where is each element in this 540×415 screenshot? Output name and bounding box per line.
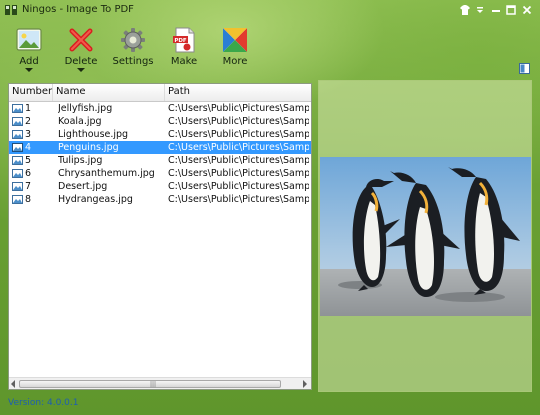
maximize-icon xyxy=(506,5,516,15)
more-button[interactable]: More xyxy=(212,24,258,76)
svg-text:PDF: PDF xyxy=(174,38,187,44)
app-logo-icon xyxy=(5,5,17,15)
skin-button[interactable] xyxy=(459,4,471,16)
row-path: C:\Users\Public\Pictures\Sample Pict xyxy=(168,103,309,114)
delete-button[interactable]: Delete xyxy=(58,24,104,76)
table-row[interactable]: 2 Koala.jpg C:\Users\Public\Pictures\Sam… xyxy=(9,115,311,128)
table-row[interactable]: 8 Hydrangeas.jpg C:\Users\Public\Picture… xyxy=(9,193,311,206)
row-number: 3 xyxy=(25,129,32,140)
row-name: Chrysanthemum.jpg xyxy=(58,168,155,179)
close-button[interactable] xyxy=(521,4,533,16)
row-name: Lighthouse.jpg xyxy=(58,129,129,140)
row-path: C:\Users\Public\Pictures\Sample Pict xyxy=(168,194,309,205)
row-number: 5 xyxy=(25,155,32,166)
row-name: Hydrangeas.jpg xyxy=(58,194,133,205)
row-number: 6 xyxy=(25,168,32,179)
row-name: Tulips.jpg xyxy=(58,155,103,166)
red-x-icon xyxy=(69,28,93,52)
row-path: C:\Users\Public\Pictures\Sample Pict xyxy=(168,116,309,127)
image-file-icon xyxy=(12,130,23,139)
column-header-name[interactable]: Name xyxy=(53,84,165,101)
row-path: C:\Users\Public\Pictures\Sample Pict xyxy=(168,168,309,179)
row-name: Jellyfish.jpg xyxy=(58,103,113,114)
delete-dropdown-icon[interactable] xyxy=(77,68,85,72)
table-row[interactable]: 7 Desert.jpg C:\Users\Public\Pictures\Sa… xyxy=(9,180,311,193)
settings-button[interactable]: Settings xyxy=(110,24,156,76)
row-path: C:\Users\Public\Pictures\Sample Pict xyxy=(168,181,309,192)
row-number: 1 xyxy=(25,103,32,114)
minimize-button[interactable] xyxy=(490,4,502,16)
table-row[interactable]: 1 Jellyfish.jpg C:\Users\Public\Pictures… xyxy=(9,102,311,115)
more-button-label: More xyxy=(222,56,248,67)
row-number: 8 xyxy=(25,194,32,205)
row-path: C:\Users\Public\Pictures\Sample Pict xyxy=(168,142,309,153)
table-row-selected[interactable]: 4 Penguins.jpg C:\Users\Public\Pictures\… xyxy=(9,141,311,154)
delete-button-label: Delete xyxy=(64,56,98,67)
preview-panel xyxy=(318,80,532,392)
image-file-icon xyxy=(12,195,23,204)
row-name: Penguins.jpg xyxy=(58,142,119,153)
close-icon xyxy=(522,5,532,15)
image-file-icon xyxy=(12,156,23,165)
title-bar: Ningos - Image To PDF xyxy=(0,0,540,22)
image-file-icon xyxy=(12,117,23,126)
column-header-path[interactable]: Path xyxy=(165,84,311,101)
row-name: Desert.jpg xyxy=(58,181,108,192)
app-window: Ningos - Image To PDF Add Delete Setting… xyxy=(0,0,540,415)
shirt-icon xyxy=(460,5,470,15)
image-file-icon xyxy=(12,182,23,191)
add-button[interactable]: Add xyxy=(6,24,52,76)
window-title: Ningos - Image To PDF xyxy=(22,4,134,15)
list-header: Number Name Path xyxy=(9,84,311,102)
scroll-thumb[interactable]: ||| xyxy=(19,380,281,388)
make-button-label: Make xyxy=(170,56,198,67)
horizontal-scrollbar[interactable]: ||| xyxy=(9,377,311,389)
row-number: 4 xyxy=(25,142,32,153)
column-header-number[interactable]: Number xyxy=(9,84,53,101)
grip-icon: ||| xyxy=(150,381,157,388)
row-number: 7 xyxy=(25,181,32,192)
minimize-icon xyxy=(492,10,500,12)
image-add-icon xyxy=(16,28,42,51)
table-row[interactable]: 6 Chrysanthemum.jpg C:\Users\Public\Pict… xyxy=(9,167,311,180)
menu-button[interactable] xyxy=(474,4,486,16)
table-row[interactable]: 5 Tulips.jpg C:\Users\Public\Pictures\Sa… xyxy=(9,154,311,167)
pdf-file-icon: PDF xyxy=(173,27,195,53)
add-dropdown-icon[interactable] xyxy=(25,68,33,72)
table-row[interactable]: 3 Lighthouse.jpg C:\Users\Public\Picture… xyxy=(9,128,311,141)
image-file-icon xyxy=(12,169,23,178)
colorful-x-icon xyxy=(223,28,247,52)
row-path: C:\Users\Public\Pictures\Sample Pict xyxy=(168,129,309,140)
settings-button-label: Settings xyxy=(112,56,154,67)
layout-icon[interactable] xyxy=(519,63,530,74)
scroll-right-icon[interactable] xyxy=(303,380,307,388)
scroll-left-icon[interactable] xyxy=(11,380,15,388)
row-number: 2 xyxy=(25,116,32,127)
image-file-icon xyxy=(12,143,23,152)
image-file-icon xyxy=(12,104,23,113)
dropdown-menu-icon xyxy=(477,7,483,13)
maximize-button[interactable] xyxy=(505,4,517,16)
version-label: Version: 4.0.0.1 xyxy=(8,398,79,408)
row-path: C:\Users\Public\Pictures\Sample Pict xyxy=(168,155,309,166)
penguins-preview-image xyxy=(320,157,531,316)
add-button-label: Add xyxy=(19,56,39,67)
gear-icon xyxy=(121,28,145,52)
row-name: Koala.jpg xyxy=(58,116,102,127)
make-button[interactable]: PDF Make xyxy=(161,24,207,76)
file-list[interactable]: Number Name Path 1 Jellyfish.jpg C:\User… xyxy=(8,83,312,390)
